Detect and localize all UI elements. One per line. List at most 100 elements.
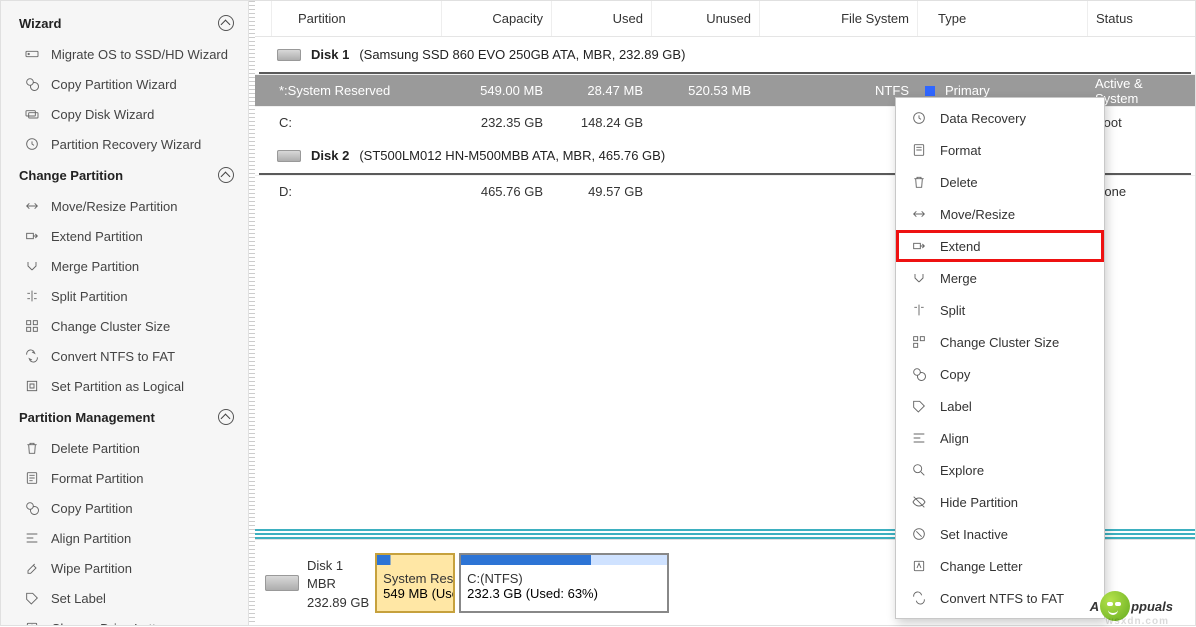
sidebar-item-copy-partition[interactable]: Copy Partition (1, 493, 248, 523)
copy-icon (23, 75, 41, 93)
convert-icon (910, 589, 928, 607)
group-header-change[interactable]: Change Partition (1, 159, 248, 191)
col-capacity[interactable]: Capacity (442, 1, 552, 36)
item-label: Copy Disk Wizard (51, 107, 154, 122)
col-status[interactable]: Status (1088, 1, 1195, 36)
disk-map-name: Disk 1 (307, 557, 369, 575)
col-partition[interactable]: Partition (272, 1, 442, 36)
sidebar-item-delete[interactable]: Delete Partition (1, 433, 248, 463)
cell-partition: C: (271, 115, 441, 130)
col-filesystem[interactable]: File System (760, 1, 918, 36)
sidebar-item-set-label[interactable]: Set Label (1, 583, 248, 613)
sidebar-group-change-partition: Change Partition Move/Resize Partition E… (1, 159, 248, 401)
sidebar-item-set-logical[interactable]: Set Partition as Logical (1, 371, 248, 401)
menu-item-label: Explore (940, 463, 984, 478)
convert-icon (23, 347, 41, 365)
menu-item-label: Move/Resize (940, 207, 1015, 222)
menu-item-set-inactive[interactable]: Set Inactive (896, 518, 1104, 550)
trash-icon (910, 173, 928, 191)
cell-capacity: 465.76 GB (441, 184, 551, 199)
item-label: Set Partition as Logical (51, 379, 184, 394)
wipe-icon (23, 559, 41, 577)
sidebar-item-convert-ntfs[interactable]: Convert NTFS to FAT (1, 341, 248, 371)
disk-row-1[interactable]: Disk 1 (Samsung SSD 860 EVO 250GB ATA, M… (255, 37, 1195, 72)
sidebar-item-extend[interactable]: Extend Partition (1, 221, 248, 251)
disk-name: Disk 2 (311, 148, 349, 163)
primary-indicator-icon (925, 86, 935, 96)
disk-map-size: 232.89 GB (307, 594, 369, 612)
sidebar-item-partition-recovery[interactable]: Partition Recovery Wizard (1, 129, 248, 159)
sidebar-item-wipe[interactable]: Wipe Partition (1, 553, 248, 583)
item-label: Wipe Partition (51, 561, 132, 576)
sidebar-item-move-resize[interactable]: Move/Resize Partition (1, 191, 248, 221)
align-icon (23, 529, 41, 547)
menu-item-extend[interactable]: Extend (896, 230, 1104, 262)
group-header-management[interactable]: Partition Management (1, 401, 248, 433)
menu-item-hide-partition[interactable]: Hide Partition (896, 486, 1104, 518)
label-icon (910, 397, 928, 415)
menu-item-label[interactable]: Label (896, 390, 1104, 422)
split-icon (910, 301, 928, 319)
cell-used: 148.24 GB (551, 115, 651, 130)
disk-map-partition-c[interactable]: C:(NTFS) 232.3 GB (Used: 63%) (459, 553, 669, 613)
sidebar-item-merge[interactable]: Merge Partition (1, 251, 248, 281)
drive-icon (23, 45, 41, 63)
item-label: Copy Partition (51, 501, 133, 516)
sidebar-item-migrate-os[interactable]: Migrate OS to SSD/HD Wizard (1, 39, 248, 69)
letter-icon (23, 619, 41, 625)
chevron-up-icon (218, 15, 234, 31)
disk-desc: (ST500LM012 HN-M500MBB ATA, MBR, 465.76 … (359, 148, 665, 163)
menu-item-explore[interactable]: Explore (896, 454, 1104, 486)
copy-icon (23, 499, 41, 517)
letter-icon (910, 557, 928, 575)
menu-item-merge[interactable]: Merge (896, 262, 1104, 294)
menu-item-split[interactable]: Split (896, 294, 1104, 326)
menu-item-align[interactable]: Align (896, 422, 1104, 454)
group-header-wizard[interactable]: Wizard (1, 7, 248, 39)
item-label: Align Partition (51, 531, 131, 546)
sidebar-item-cluster-size[interactable]: Change Cluster Size (1, 311, 248, 341)
menu-item-change-cluster-size[interactable]: Change Cluster Size (896, 326, 1104, 358)
item-label: Convert NTFS to FAT (51, 349, 175, 364)
item-label: Change Drive Letter (51, 621, 167, 626)
item-label: Copy Partition Wizard (51, 77, 177, 92)
inactive-icon (910, 525, 928, 543)
sidebar: Wizard Migrate OS to SSD/HD Wizard Copy … (1, 1, 249, 625)
resize-icon (23, 197, 41, 215)
item-label: Merge Partition (51, 259, 139, 274)
disk-map-type: MBR (307, 575, 369, 593)
col-type[interactable]: Type (918, 1, 1088, 36)
sidebar-item-align[interactable]: Align Partition (1, 523, 248, 553)
cluster-icon (910, 333, 928, 351)
col-used[interactable]: Used (552, 1, 652, 36)
disk-map-info: Disk 1 MBR 232.89 GB (265, 553, 369, 612)
part-size: 549 MB (Use (383, 586, 447, 601)
menu-item-delete[interactable]: Delete (896, 166, 1104, 198)
disk-map-partition-system[interactable]: System Res 549 MB (Use (375, 553, 455, 613)
merge-icon (910, 269, 928, 287)
menu-item-label: Align (940, 431, 969, 446)
menu-item-data-recovery[interactable]: Data Recovery (896, 102, 1104, 134)
col-unused[interactable]: Unused (652, 1, 760, 36)
sidebar-item-copy-partition-wizard[interactable]: Copy Partition Wizard (1, 69, 248, 99)
col-indicator[interactable] (255, 1, 272, 36)
menu-item-move-resize[interactable]: Move/Resize (896, 198, 1104, 230)
cell-capacity: 549.00 MB (441, 83, 551, 98)
menu-item-convert-ntfs-to-fat[interactable]: Convert NTFS to FAT (896, 582, 1104, 614)
item-label: Migrate OS to SSD/HD Wizard (51, 47, 228, 62)
recovery-icon (23, 135, 41, 153)
copy-icon (910, 365, 928, 383)
sidebar-item-split[interactable]: Split Partition (1, 281, 248, 311)
disk-icon (277, 49, 301, 61)
sidebar-item-change-letter[interactable]: Change Drive Letter (1, 613, 248, 625)
sidebar-item-format[interactable]: Format Partition (1, 463, 248, 493)
cell-partition: *:System Reserved (271, 83, 441, 98)
sidebar-item-copy-disk-wizard[interactable]: Copy Disk Wizard (1, 99, 248, 129)
menu-item-format[interactable]: Format (896, 134, 1104, 166)
menu-item-label: Label (940, 399, 972, 414)
disk-icon (277, 150, 301, 162)
menu-item-change-letter[interactable]: Change Letter (896, 550, 1104, 582)
format-icon (23, 469, 41, 487)
usage-bar (377, 555, 453, 565)
menu-item-copy[interactable]: Copy (896, 358, 1104, 390)
